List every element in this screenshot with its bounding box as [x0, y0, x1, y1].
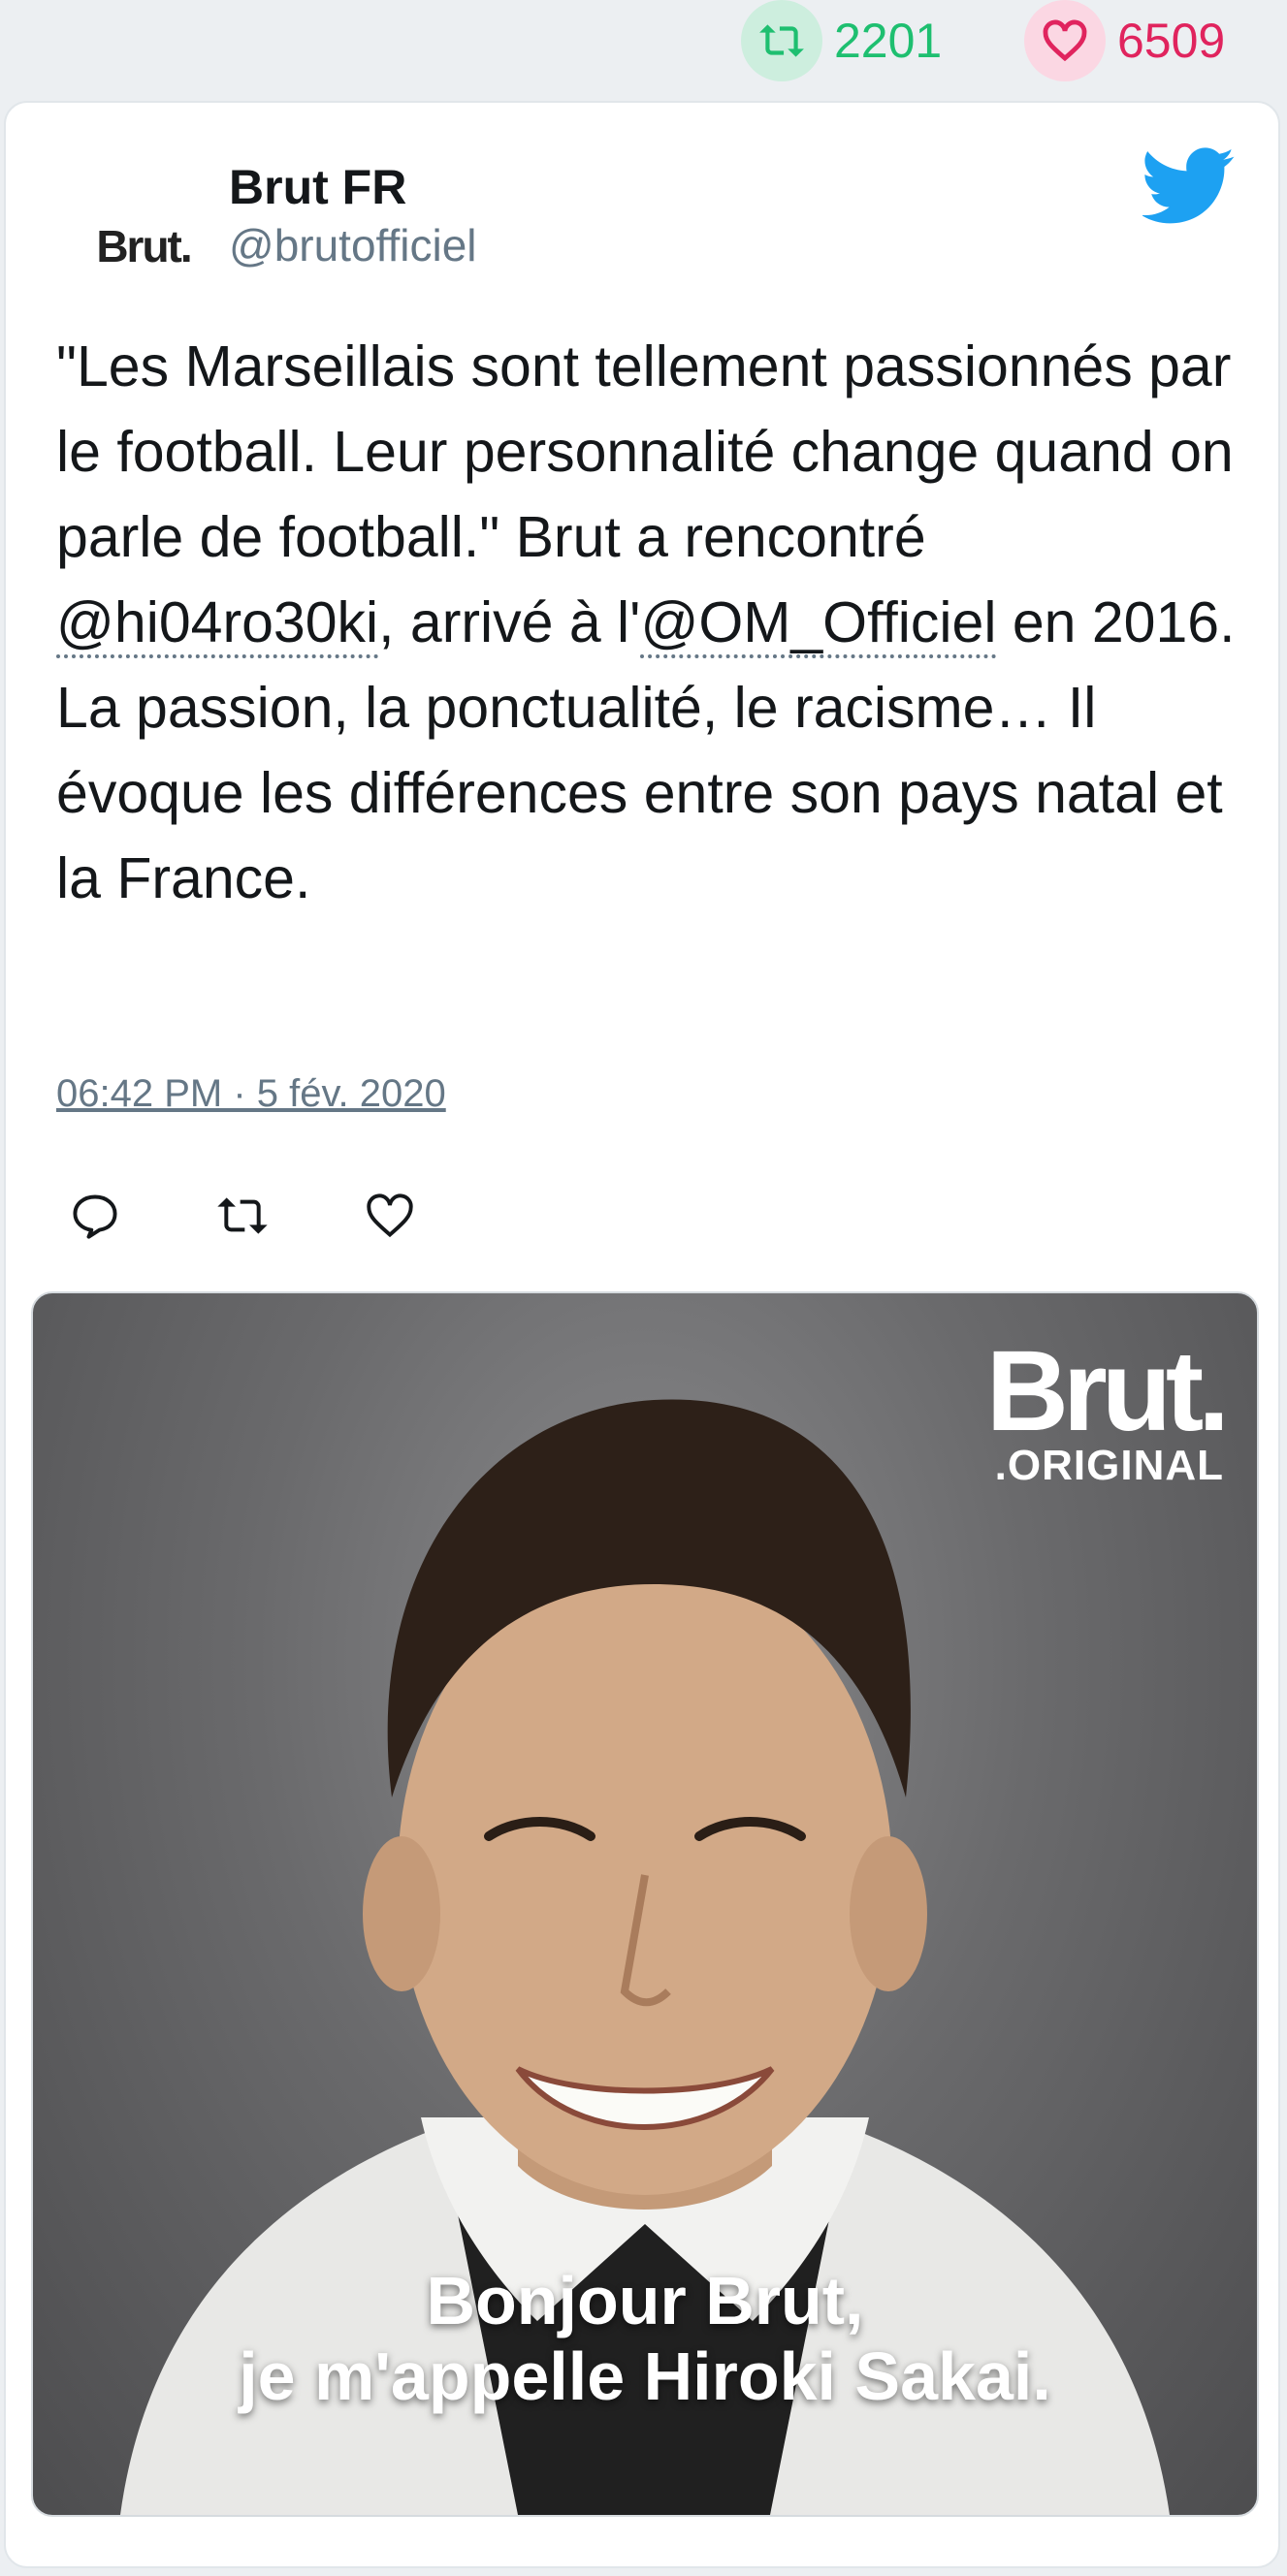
brut-original-logo: Brut. .ORIGINAL	[985, 1327, 1230, 1489]
reply-icon[interactable]	[68, 1189, 122, 1243]
tweet-actions	[68, 1189, 510, 1243]
tweet-text-part: "Les Marseillais sont tellement passionn…	[56, 334, 1234, 569]
tweet-stats-bar: 2201 6509	[0, 0, 1287, 97]
tweet-text: "Les Marseillais sont tellement passionn…	[56, 324, 1239, 921]
tweet-card: Brut. Brut FR @brutofficiel "Les Marseil…	[4, 101, 1280, 2568]
twitter-bird-icon[interactable]	[1141, 145, 1236, 227]
brut-logo-main: Brut.	[985, 1327, 1230, 1455]
heart-icon[interactable]	[363, 1189, 417, 1243]
tweet-text-part: , arrivé à l'	[378, 590, 641, 654]
avatar[interactable]: Brut.	[76, 188, 211, 304]
retweet-icon[interactable]	[215, 1189, 270, 1243]
mention-link[interactable]: @hi04ro30ki	[56, 590, 379, 658]
author-handle[interactable]: @brutofficiel	[229, 219, 477, 271]
subtitle-line: Bonjour Brut,	[426, 2263, 864, 2338]
subtitle-line: je m'appelle Hiroki Sakai.	[239, 2338, 1051, 2414]
like-count: 6509	[1117, 14, 1226, 68]
video-subtitle: Bonjour Brut, je m'appelle Hiroki Sakai.	[33, 2263, 1257, 2414]
mention-link[interactable]: @OM_Officiel	[640, 590, 997, 658]
tweet-timestamp[interactable]: 06:42 PM · 5 fév. 2020	[56, 1072, 446, 1116]
retweet-count: 2201	[834, 14, 943, 68]
brut-logo-sub: .ORIGINAL	[994, 1442, 1224, 1489]
like-stat[interactable]: 6509	[1024, 0, 1225, 81]
retweet-stat[interactable]: 2201	[741, 0, 942, 81]
retweet-icon	[741, 0, 822, 81]
heart-icon	[1024, 0, 1106, 81]
author-name[interactable]: Brut FR	[229, 159, 406, 215]
tweet-video-thumbnail[interactable]: Brut. .ORIGINAL Bonjour Brut, je m'appel…	[31, 1291, 1259, 2517]
